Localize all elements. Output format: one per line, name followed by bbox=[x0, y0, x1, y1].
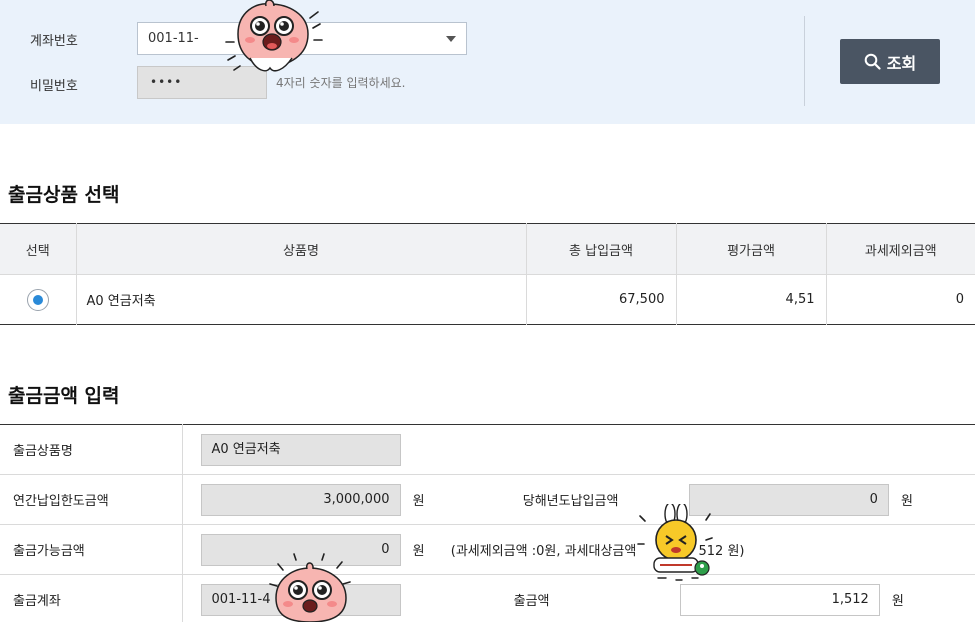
search-button[interactable]: 조회 bbox=[840, 39, 940, 84]
withdraw-amount-unit: 원 bbox=[891, 594, 904, 610]
col-header-tax-exempt: 과세제외금액 bbox=[825, 223, 975, 275]
annual-limit-label: 연간납입한도금액 bbox=[0, 474, 183, 525]
current-year-paid-unit: 원 bbox=[901, 494, 913, 509]
col-header-valuation: 평가금액 bbox=[675, 223, 826, 275]
select-cell[interactable] bbox=[0, 274, 76, 325]
product-radio[interactable] bbox=[26, 288, 49, 311]
amount-section-title: 출금금액 입력 bbox=[8, 385, 120, 407]
product-table: 선택 상품명 총 납입금액 평가금액 과세제외금액 A0 연금저축 67,500… bbox=[0, 223, 975, 325]
available-unit: 원 bbox=[412, 544, 425, 559]
product-name-cell: A0 연금저축 bbox=[75, 274, 526, 325]
withdraw-amount-input[interactable]: 1,512 bbox=[679, 583, 880, 616]
valuation-cell: 4,51 bbox=[675, 274, 826, 325]
password-value: •••• bbox=[150, 75, 183, 89]
product-name-field: A0 연금저축 bbox=[200, 433, 401, 466]
form-row-product-name: 출금상품명 A0 연금저축 bbox=[0, 424, 975, 475]
current-year-paid-field: 0 bbox=[688, 483, 889, 516]
withdraw-amount-label: 출금액 bbox=[513, 594, 550, 610]
search-icon bbox=[864, 53, 881, 70]
search-button-label: 조회 bbox=[886, 53, 917, 73]
available-label: 출금가능금액 bbox=[0, 524, 183, 575]
col-header-select: 선택 bbox=[0, 223, 76, 275]
rabbit-sticker-icon bbox=[637, 504, 713, 581]
tax-exempt-cell: 0 bbox=[825, 274, 975, 325]
product-section-title: 출금상품 선택 bbox=[8, 184, 120, 206]
form-row-available: 출금가능금액 0 원 (과세제외금액 :0원, 과세대상금액 512 원) bbox=[0, 524, 975, 575]
peach-sticker-icon bbox=[225, 0, 323, 72]
form-row-account: 출금계좌 001-11-4 출금액 1,512 원 bbox=[0, 574, 975, 622]
annual-limit-unit: 원 bbox=[412, 494, 425, 509]
account-select-value: 001-11- bbox=[148, 31, 199, 46]
total-paid-cell: 67,500 bbox=[525, 274, 676, 325]
account-query-panel: 계좌번호 001-11- 비밀번호 •••• 4자리 숫자를 입력하세요. 조회 bbox=[0, 0, 975, 124]
withdraw-account-label: 출금계좌 bbox=[0, 574, 183, 622]
product-table-header: 선택 상품명 총 납입금액 평가금액 과세제외금액 bbox=[0, 223, 975, 275]
col-header-product-name: 상품명 bbox=[75, 223, 526, 275]
peach-sticker-2-icon bbox=[269, 553, 351, 622]
product-name-label: 출금상품명 bbox=[0, 424, 183, 475]
password-label: 비밀번호 bbox=[30, 79, 78, 94]
form-row-annual-limit: 연간납입한도금액 3,000,000 원 당해년도납입금액 0 원 bbox=[0, 474, 975, 525]
account-label: 계좌번호 bbox=[30, 34, 78, 49]
chevron-down-icon[interactable] bbox=[446, 36, 456, 42]
panel-divider bbox=[804, 16, 805, 106]
col-header-total-paid: 총 납입금액 bbox=[525, 223, 676, 275]
amount-form: 출금상품명 A0 연금저축 연간납입한도금액 3,000,000 원 당해년도납… bbox=[0, 424, 975, 622]
table-row[interactable]: A0 연금저축 67,500 4,51 0 bbox=[0, 274, 975, 325]
available-note: (과세제외금액 :0원, 과세대상금액 bbox=[450, 544, 637, 559]
annual-limit-field: 3,000,000 bbox=[200, 483, 401, 516]
